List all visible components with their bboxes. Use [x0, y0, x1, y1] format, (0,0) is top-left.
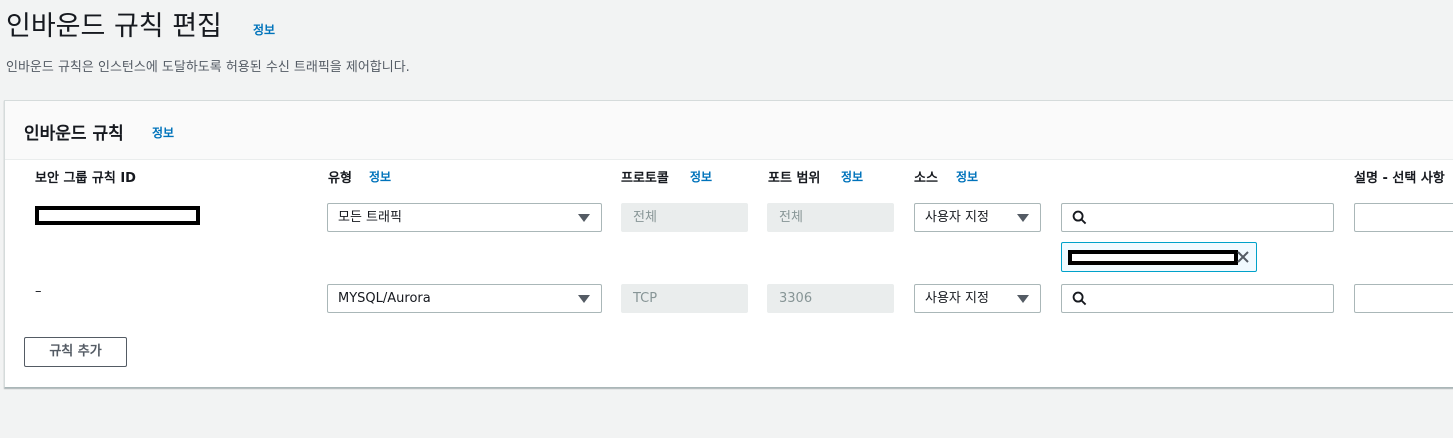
- source-select-row-2[interactable]: 사용자 지정: [914, 284, 1041, 313]
- description-input-row-1[interactable]: [1354, 203, 1453, 232]
- protocol-info-link[interactable]: 정보: [690, 168, 712, 185]
- source-search-input-row-1[interactable]: [1061, 203, 1334, 232]
- add-rule-button[interactable]: 규칙 추가: [24, 337, 127, 367]
- rule-id-row-2: –: [35, 284, 42, 299]
- search-icon: [1072, 291, 1087, 306]
- caret-down-icon: [578, 214, 590, 222]
- page-title-info-link[interactable]: 정보: [253, 21, 275, 38]
- panel-info-link[interactable]: 정보: [152, 124, 174, 141]
- close-icon[interactable]: [1235, 249, 1251, 265]
- type-select-row-1[interactable]: 모든 트래픽: [327, 203, 602, 232]
- column-header-description: 설명 - 선택 사항: [1354, 171, 1445, 186]
- inbound-rules-panel: 인바운드 규칙 정보 보안 그룹 규칙 ID 유형 정보 프로토콜 정보 포트 …: [4, 100, 1453, 388]
- edit-inbound-rules-page: 인바운드 규칙 편집 정보 인바운드 규칙은 인스턴스에 도달하도록 허용된 수…: [0, 0, 1453, 438]
- column-header-port-range: 포트 범위: [768, 171, 821, 186]
- port-range-field-row-1: 전체: [767, 203, 894, 232]
- type-select-value: 모든 트래픽: [338, 210, 402, 225]
- column-header-protocol: 프로토콜: [621, 171, 669, 186]
- page-title: 인바운드 규칙 편집: [6, 11, 222, 42]
- page-description: 인바운드 규칙은 인스턴스에 도달하도록 허용된 수신 트래픽을 제어합니다.: [6, 60, 410, 75]
- column-header-rule-id: 보안 그룹 규칙 ID: [35, 171, 136, 186]
- source-token: [1061, 242, 1257, 272]
- source-search-input-row-2[interactable]: [1061, 284, 1334, 313]
- protocol-field-row-1: 전체: [621, 203, 748, 232]
- caret-down-icon: [578, 295, 590, 303]
- type-info-link[interactable]: 정보: [369, 168, 391, 185]
- type-select-value: MYSQL/Aurora: [338, 291, 431, 306]
- caret-down-icon: [1017, 214, 1029, 222]
- source-select-value: 사용자 지정: [925, 210, 989, 225]
- search-icon: [1072, 210, 1087, 225]
- caret-down-icon: [1017, 295, 1029, 303]
- column-header-source: 소스: [914, 171, 938, 186]
- source-info-link[interactable]: 정보: [956, 168, 978, 185]
- source-select-value: 사용자 지정: [925, 291, 989, 306]
- source-select-row-1[interactable]: 사용자 지정: [914, 203, 1041, 232]
- port-range-field-row-2: 3306: [767, 284, 894, 313]
- port-range-info-link[interactable]: 정보: [841, 168, 863, 185]
- protocol-field-row-2: TCP: [621, 284, 748, 313]
- panel-header: 인바운드 규칙 정보: [5, 101, 1453, 160]
- redacted-source-value: [1068, 250, 1238, 265]
- description-input-row-2[interactable]: [1354, 284, 1453, 313]
- panel-title: 인바운드 규칙: [24, 124, 124, 144]
- redacted-rule-id: [35, 206, 200, 225]
- column-header-type: 유형: [328, 171, 352, 186]
- type-select-row-2[interactable]: MYSQL/Aurora: [327, 284, 602, 313]
